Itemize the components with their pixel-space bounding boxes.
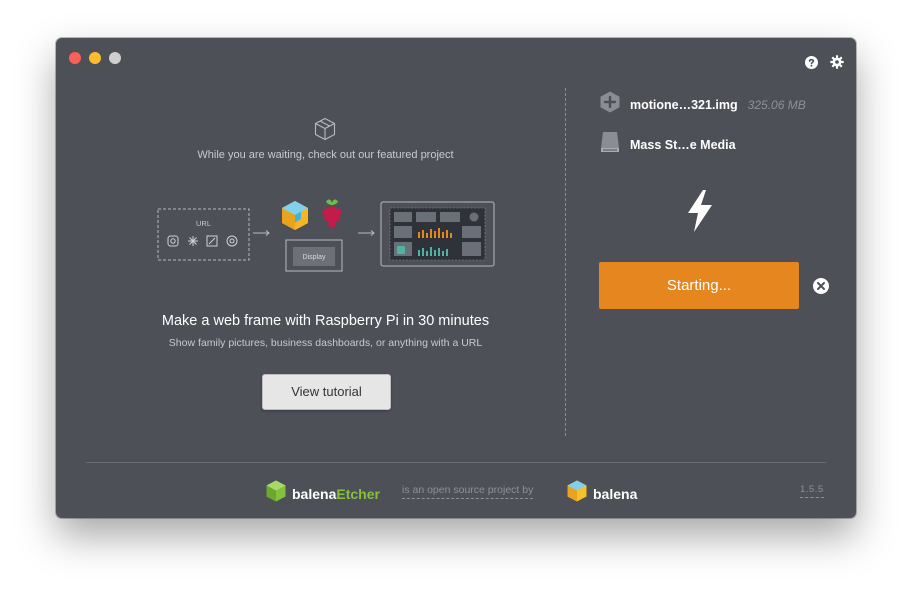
hexagon-plus-icon (600, 91, 620, 118)
footer-divider (86, 462, 826, 463)
open-source-link[interactable]: is an open source project by (402, 484, 534, 499)
balena-cube-icon (567, 480, 587, 507)
etcher-brand: balenaEtcher (292, 486, 380, 502)
image-size: 325.06 MB (747, 97, 806, 112)
etcher-logo-link[interactable]: balenaEtcher (266, 480, 380, 507)
cube-icon (314, 117, 336, 146)
balena-brand: balena (593, 485, 638, 502)
lightning-icon (686, 190, 714, 237)
footer: balenaEtcher is an open source project b… (56, 474, 856, 504)
etcher-cube-icon (266, 480, 286, 507)
selected-image-row[interactable]: motione…321.img 325.06 MB (600, 91, 806, 118)
url-label: URL (196, 219, 211, 228)
etcher-window: While you are waiting, check out our fea… (56, 38, 856, 518)
balena-logo-link[interactable]: balena (567, 480, 637, 507)
etcher-brand-accent: Etcher (336, 485, 380, 502)
view-tutorial-button[interactable]: View tutorial (262, 374, 391, 410)
version-link[interactable]: 1.5.5 (800, 484, 824, 498)
display-label: Display (303, 254, 326, 261)
project-subtitle: Show family pictures, business dashboard… (168, 337, 483, 349)
image-filename: motione…321.img (630, 97, 738, 112)
drive-name: Mass St…e Media (630, 137, 736, 152)
cancel-icon[interactable] (813, 278, 829, 299)
etcher-brand-prefix: balena (292, 485, 337, 502)
flash-steps-pane: motione…321.img 325.06 MB Mass St…e Medi… (566, 38, 856, 458)
selected-drive-row[interactable]: Mass St…e Media (600, 131, 736, 158)
flash-progress-button[interactable]: Starting... (599, 262, 799, 309)
featured-project-pane: While you are waiting, check out our fea… (56, 38, 565, 458)
drive-icon (600, 131, 620, 158)
project-diagram: URL Display (156, 198, 501, 278)
project-title: Make a web frame with Raspberry Pi in 30… (161, 313, 490, 329)
featured-intro-text: While you are waiting, check out our fea… (197, 149, 454, 161)
